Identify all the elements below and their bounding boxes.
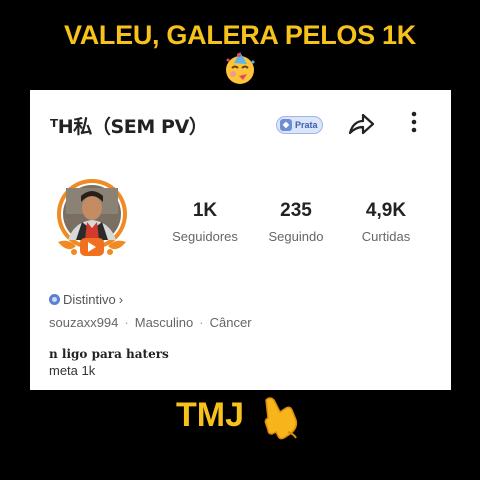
separator: · — [199, 315, 204, 330]
share-icon[interactable] — [346, 109, 376, 139]
username: souzaxx994 — [49, 315, 119, 330]
chevron-right-icon: › — [118, 292, 124, 307]
likes-label: Curtidas — [361, 229, 411, 244]
gender: Masculino — [134, 315, 194, 330]
stat-likes[interactable]: 4,9K Curtidas — [341, 200, 431, 244]
profile-name: ᵀH私（SEM PV） — [50, 116, 208, 138]
distintivo-label: Distintivo — [63, 292, 116, 307]
avatar[interactable] — [44, 174, 144, 274]
more-vertical-icon[interactable] — [406, 108, 422, 138]
profile-card: ᵀH私（SEM PV） ◆ Prata 1K Seguidores 235 Se… — [30, 90, 451, 390]
bottom-caption: TMJ — [176, 396, 244, 434]
stat-following[interactable]: 235 Seguindo — [251, 200, 341, 244]
zodiac-sign: Câncer — [209, 315, 252, 330]
level-badge[interactable]: ◆ Prata — [276, 116, 323, 134]
badge-icon: ◆ — [280, 119, 292, 131]
partying-face-emoji-icon — [226, 52, 255, 84]
stat-followers[interactable]: 1K Seguidores — [160, 200, 250, 244]
call-me-hand-icon — [264, 397, 298, 440]
likes-count: 4,9K — [365, 200, 407, 221]
badge-icon — [49, 294, 60, 305]
profile-meta: souzaxx994 · Masculino · Câncer — [49, 315, 252, 330]
followers-label: Seguidores — [172, 229, 238, 244]
bio-line-1: n ligo para haters — [49, 347, 169, 361]
following-label: Seguindo — [268, 229, 324, 244]
distintivo-link[interactable]: Distintivo › — [49, 292, 123, 307]
bio-line-2: meta 1k — [49, 363, 96, 378]
following-count: 235 — [280, 200, 312, 221]
separator: · — [124, 315, 129, 330]
followers-count: 1K — [192, 200, 218, 221]
level-badge-label: Prata — [295, 120, 318, 130]
top-caption: VALEU, GALERA PELOS 1K — [64, 20, 416, 50]
